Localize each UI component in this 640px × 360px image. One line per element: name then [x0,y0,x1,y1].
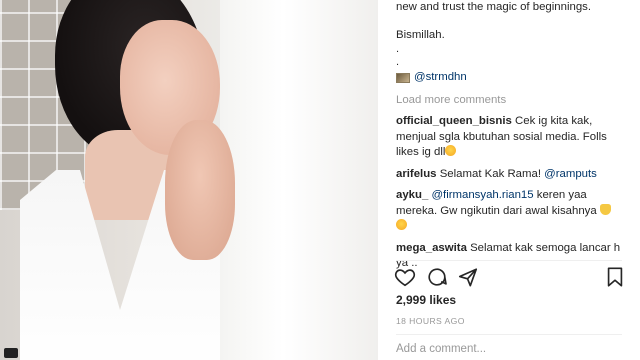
comment-username[interactable]: mega_aswita [396,242,467,254]
action-bar [394,266,626,292]
heart-icon[interactable] [394,266,418,290]
post-photo[interactable] [0,0,378,360]
comment-username[interactable]: official_queen_bisnis [396,115,512,127]
caption-line [396,16,628,28]
likes-count[interactable]: 2,999 likes [396,293,456,307]
comment-text: Selamat Kak Rama! [436,167,545,180]
comment-username[interactable]: ayku_ [396,189,428,201]
caption-line: Bismillah. [396,28,445,41]
caption-line: . [396,56,400,68]
share-icon[interactable] [457,266,481,290]
divider [396,260,622,261]
divider [396,334,622,335]
yellow-heart-emoji-icon [599,203,611,215]
comment-item: arifelus Selamat Kak Rama! @ramputs [396,167,628,183]
caption-line: . [396,43,400,55]
photo-thumbnail-icon [396,72,410,83]
load-more-comments-button[interactable]: Load more comments [396,93,628,109]
caption-line: new and trust the magic of beginnings. [396,1,592,13]
hand-with-ring [165,120,235,260]
comment-username[interactable]: arifelus [396,168,437,180]
comments-section: new and trust the magic of beginnings. B… [396,0,628,272]
white-shirt [220,0,378,360]
comment-icon[interactable] [426,266,450,290]
mention-link[interactable]: @ramputs [544,168,597,180]
tag-people-icon[interactable] [4,348,18,358]
mention-link[interactable]: @firmansyah.rian15 [428,189,533,201]
post-timestamp: 18 HOURS AGO [396,316,465,326]
caption-tag: @strmdhn [396,70,628,86]
bookmark-icon[interactable] [604,266,628,290]
add-comment-input[interactable]: Add a comment... [396,343,486,355]
smile-emoji-icon [445,145,457,156]
comment-item: official_queen_bisnis Cek ig kita kak, m… [396,114,628,161]
smile-emoji-icon [396,219,407,230]
mention-link[interactable]: @strmdhn [414,70,467,86]
comment-item: ayku_ @firmansyah.rian15 keren yaa merek… [396,188,628,235]
post-side-panel: new and trust the magic of beginnings. B… [378,0,640,360]
